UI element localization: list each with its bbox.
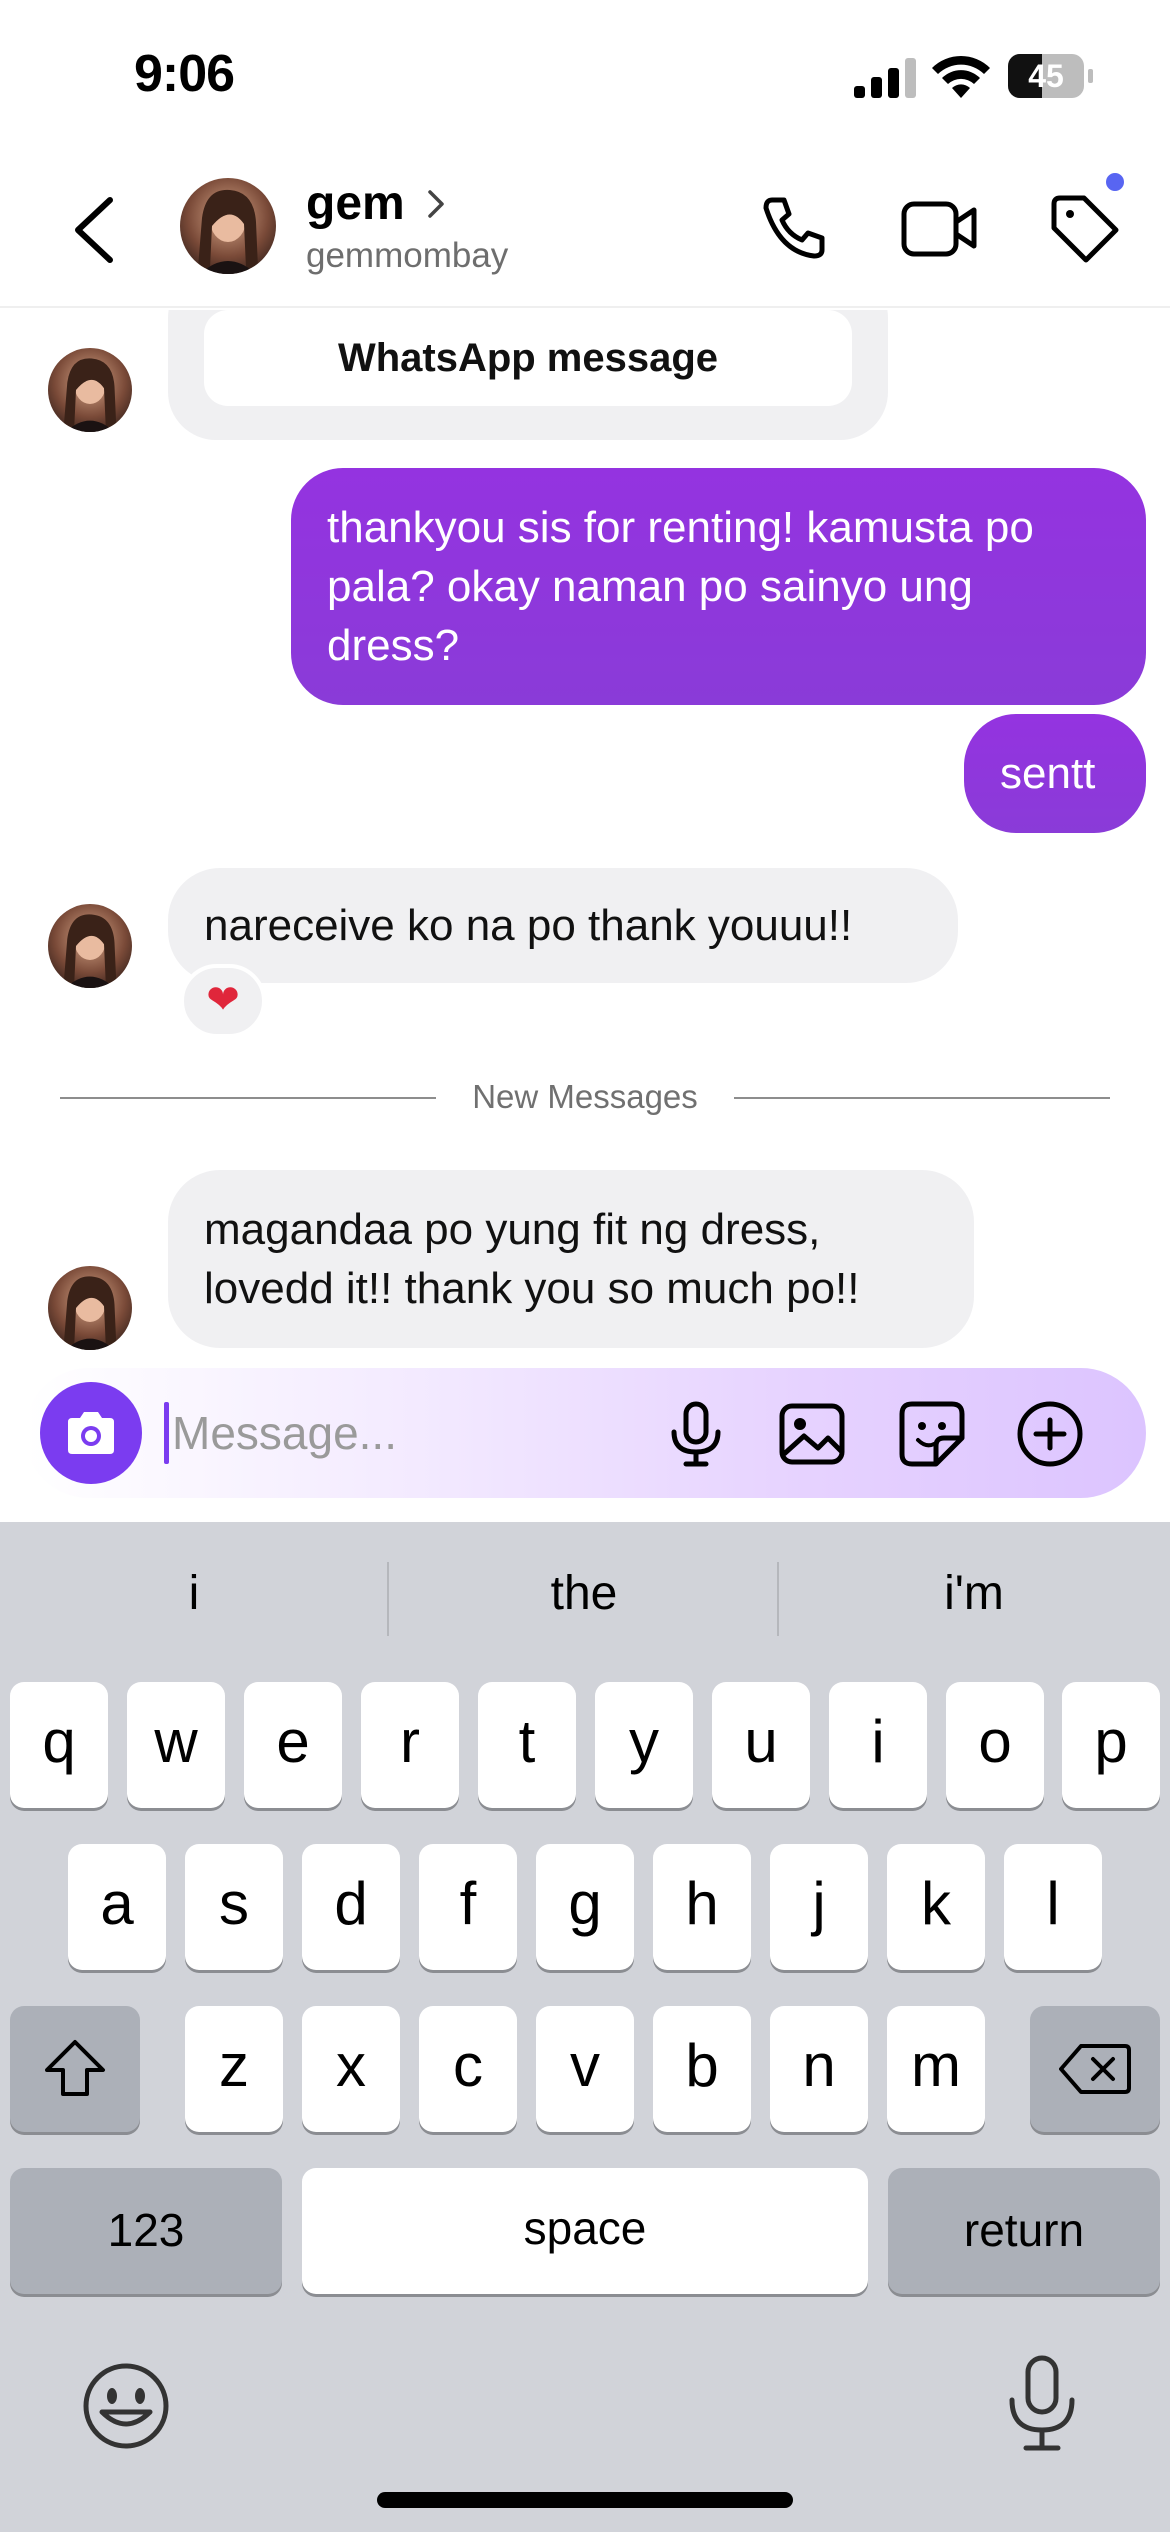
cellular-signal-icon (854, 58, 916, 98)
key-z[interactable]: z (185, 2006, 283, 2132)
battery-icon: 45 (1008, 54, 1093, 98)
divider-line-right (734, 1097, 1110, 1099)
key-s[interactable]: s (185, 1844, 283, 1970)
wifi-icon (932, 55, 990, 98)
suggestion-2[interactable]: the (390, 1566, 778, 1621)
space-key[interactable]: space (302, 2168, 868, 2294)
sender-avatar[interactable] (48, 1266, 132, 1350)
incoming-message[interactable]: nareceive ko na po thank youuu!! (168, 868, 958, 983)
key-i[interactable]: i (829, 1682, 927, 1808)
incoming-message[interactable]: magandaa po yung fit ng dress, lovedd it… (168, 1170, 974, 1348)
delete-key[interactable] (1030, 2006, 1160, 2132)
status-time: 9:06 (134, 45, 235, 103)
key-b[interactable]: b (653, 2006, 751, 2132)
key-l[interactable]: l (1004, 1844, 1102, 1970)
video-camera-icon[interactable] (900, 196, 978, 260)
contact-handle[interactable]: gemmombay (306, 236, 508, 276)
key-c[interactable]: c (419, 2006, 517, 2132)
suggestion-3[interactable]: i'm (780, 1566, 1168, 1621)
key-f[interactable]: f (419, 1844, 517, 1970)
key-h[interactable]: h (653, 1844, 751, 1970)
notification-dot (1103, 170, 1127, 194)
key-t[interactable]: t (478, 1682, 576, 1808)
home-indicator[interactable] (377, 2492, 793, 2508)
contact-name[interactable]: gem (306, 176, 405, 231)
backspace-icon (1059, 2044, 1131, 2094)
back-chevron-icon[interactable] (64, 190, 124, 270)
text-caret (164, 1402, 169, 1464)
heart-reaction[interactable]: ❤ (180, 964, 266, 1038)
key-u[interactable]: u (712, 1682, 810, 1808)
whatsapp-message-button[interactable]: WhatsApp message (204, 310, 852, 406)
key-r[interactable]: r (361, 1682, 459, 1808)
outgoing-message[interactable]: sentt (964, 714, 1146, 833)
key-m[interactable]: m (887, 2006, 985, 2132)
key-a[interactable]: a (68, 1844, 166, 1970)
message-input[interactable] (172, 1396, 652, 1470)
numbers-key[interactable]: 123 (10, 2168, 282, 2294)
suggestion-separator (777, 1562, 779, 1636)
chat-header: gem gemmombay (0, 160, 1170, 308)
key-p[interactable]: p (1062, 1682, 1160, 1808)
key-x[interactable]: x (302, 2006, 400, 2132)
key-k[interactable]: k (887, 1844, 985, 1970)
sender-avatar[interactable] (48, 348, 132, 432)
message-composer (24, 1368, 1146, 1498)
camera-icon (68, 1412, 114, 1454)
microphone-icon[interactable] (660, 1398, 732, 1470)
key-w[interactable]: w (127, 1682, 225, 1808)
key-v[interactable]: v (536, 2006, 634, 2132)
key-y[interactable]: y (595, 1682, 693, 1808)
key-g[interactable]: g (536, 1844, 634, 1970)
shared-message-card[interactable]: WhatsApp message (168, 310, 888, 440)
outgoing-message[interactable]: thankyou sis for renting! kamusta po pal… (291, 468, 1146, 705)
keyboard: i the i'm q w e r t y u i o p a s d f g … (0, 1522, 1170, 2532)
emoji-icon[interactable] (80, 2360, 172, 2452)
key-q[interactable]: q (10, 1682, 108, 1808)
battery-percent: 45 (1028, 58, 1064, 94)
sender-avatar[interactable] (48, 904, 132, 988)
camera-button[interactable] (40, 1382, 142, 1484)
return-key[interactable]: return (888, 2168, 1160, 2294)
sticker-icon[interactable] (896, 1398, 968, 1470)
shift-icon (45, 2040, 105, 2096)
key-j[interactable]: j (770, 1844, 868, 1970)
key-d[interactable]: d (302, 1844, 400, 1970)
chevron-right-icon[interactable] (424, 186, 448, 222)
plus-circle-icon[interactable] (1014, 1398, 1086, 1470)
suggestion-separator (387, 1562, 389, 1636)
shift-key[interactable] (10, 2006, 140, 2132)
tag-icon[interactable] (1046, 190, 1122, 266)
phone-icon[interactable] (758, 192, 830, 264)
status-bar: 9:06 45 (0, 0, 1170, 160)
dictation-microphone-icon[interactable] (1004, 2354, 1080, 2454)
contact-avatar[interactable] (180, 178, 276, 274)
key-n[interactable]: n (770, 2006, 868, 2132)
key-e[interactable]: e (244, 1682, 342, 1808)
key-o[interactable]: o (946, 1682, 1044, 1808)
suggestion-1[interactable]: i (0, 1566, 388, 1621)
gallery-icon[interactable] (776, 1398, 848, 1470)
message-list: WhatsApp message thankyou sis for rentin… (0, 310, 1170, 1360)
